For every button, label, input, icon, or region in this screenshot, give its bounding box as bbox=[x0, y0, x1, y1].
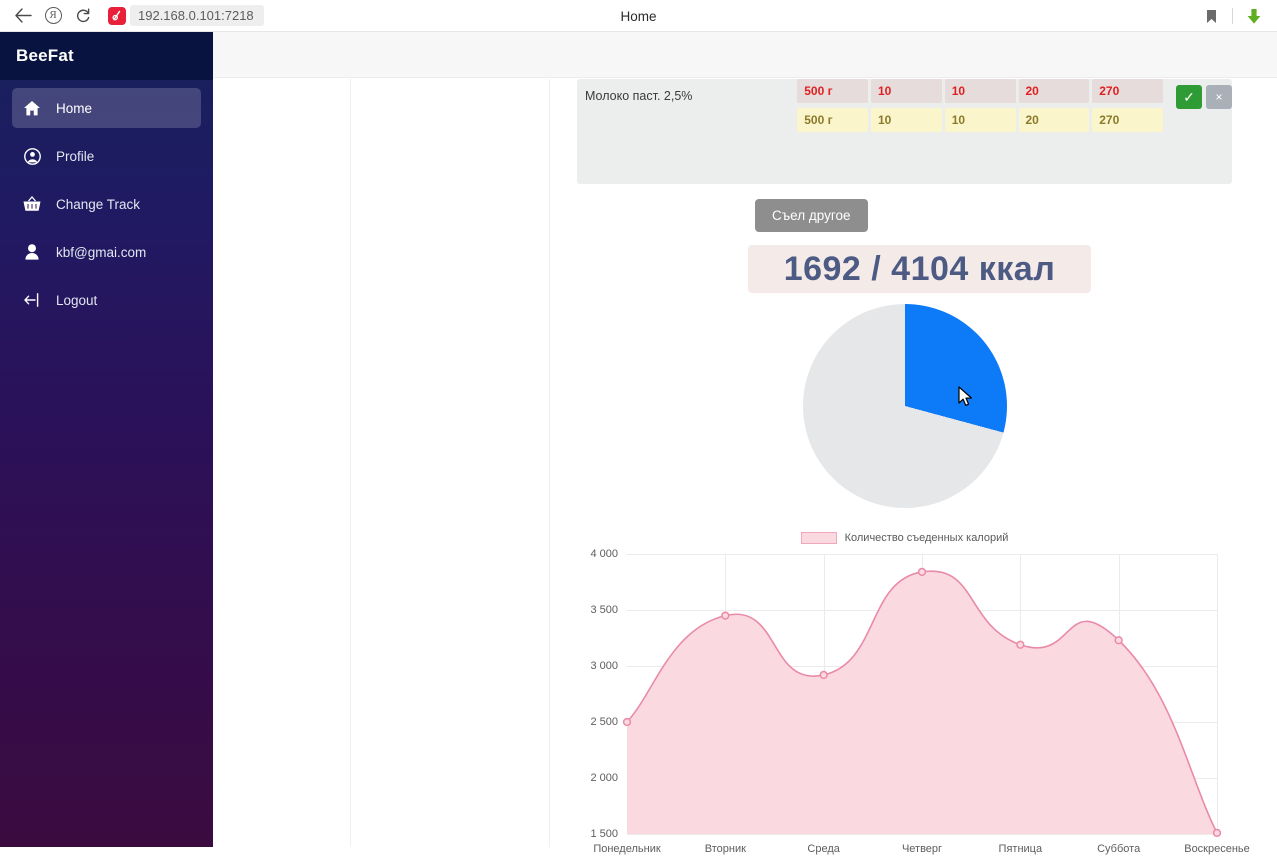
yandex-circle-glyph: Я bbox=[44, 7, 62, 24]
series-point[interactable] bbox=[721, 611, 730, 620]
actual-value[interactable]: 270 bbox=[1092, 108, 1163, 132]
favicon-glyph bbox=[112, 10, 121, 20]
sidebar-item-home[interactable]: Home bbox=[12, 88, 201, 128]
content-topbar bbox=[213, 32, 1277, 78]
back-arrow-glyph bbox=[14, 8, 32, 23]
actual-value[interactable]: 500 г bbox=[797, 108, 868, 132]
main-column: Молоко паст. 2,5% 500 г 500 г 10 10 10 1… bbox=[577, 79, 1250, 855]
sidebar-item-label: Change Track bbox=[56, 196, 141, 212]
reject-button[interactable]: × bbox=[1206, 85, 1232, 109]
actual-value[interactable]: 20 bbox=[1018, 108, 1090, 132]
logout-arrow-icon bbox=[22, 293, 42, 307]
download-icon[interactable] bbox=[1239, 1, 1269, 31]
person-icon bbox=[22, 244, 42, 260]
series-point[interactable] bbox=[1016, 640, 1025, 649]
y-axis-tick: 3 000 bbox=[590, 660, 618, 672]
sidebar-item-account-email[interactable]: kbf@gmai.com bbox=[12, 232, 201, 272]
sidebar: BeeFat Home Profile Change Track kbf@gma… bbox=[0, 32, 213, 847]
food-name: Молоко паст. 2,5% bbox=[585, 89, 693, 103]
y-axis-tick: 1 500 bbox=[590, 828, 618, 840]
brand-text: BeeFat bbox=[16, 46, 74, 65]
food-value-column: 500 г 500 г bbox=[797, 79, 868, 132]
bookmark-glyph bbox=[1206, 9, 1216, 23]
series-point[interactable] bbox=[1114, 636, 1123, 645]
series-point[interactable] bbox=[819, 670, 828, 680]
planned-value: 20 bbox=[1018, 79, 1090, 103]
series-point[interactable] bbox=[1212, 828, 1222, 838]
x-axis-tick: Среда bbox=[807, 843, 840, 855]
x-axis-tick: Пятница bbox=[998, 843, 1043, 855]
confirm-button[interactable]: ✓ bbox=[1176, 85, 1202, 109]
yandex-logo-icon[interactable]: Я bbox=[38, 1, 68, 31]
y-axis-tick: 2 500 bbox=[590, 716, 618, 728]
chart-plot-area: 1 500 2 000 2 500 3 000 3 500 4 000 Понедельни… bbox=[590, 548, 1249, 855]
eat-other-button[interactable]: Съел другое bbox=[755, 199, 868, 232]
food-value-column: 270 270 bbox=[1092, 79, 1163, 132]
x-axis-tick: Понедельник bbox=[593, 843, 661, 855]
planned-value: 10 bbox=[944, 79, 1016, 103]
x-axis-tick: Четверг bbox=[901, 843, 943, 855]
planned-value: 500 г bbox=[797, 79, 868, 103]
y-axis-tick: 4 000 bbox=[590, 548, 618, 560]
calories-banner: 1692 / 4104 ккал bbox=[748, 245, 1091, 293]
url-bar[interactable]: 192.168.0.101:7218 bbox=[130, 5, 264, 26]
reload-icon[interactable] bbox=[68, 1, 98, 31]
food-value-column: 10 10 bbox=[944, 79, 1016, 132]
x-axis-tick: Воскресенье bbox=[1184, 843, 1250, 855]
sidebar-item-label: Profile bbox=[56, 148, 95, 164]
table-row: Молоко паст. 2,5% 500 г 500 г 10 10 10 1… bbox=[577, 79, 1232, 145]
sidebar-item-profile[interactable]: Profile bbox=[12, 136, 201, 176]
chart-series-svg bbox=[622, 567, 1222, 838]
sidebar-item-change-track[interactable]: Change Track bbox=[12, 184, 201, 224]
user-circle-icon bbox=[22, 147, 42, 165]
actual-value[interactable]: 10 bbox=[944, 108, 1016, 132]
series-area-fill bbox=[627, 571, 1217, 834]
calories-text: 1692 / 4104 ккал bbox=[783, 249, 1056, 288]
legend-label: Количество съеденных калорий bbox=[844, 532, 1009, 544]
planned-value: 270 bbox=[1092, 79, 1163, 103]
x-axis-tick: Вторник bbox=[704, 843, 746, 855]
food-entry-card: Молоко паст. 2,5% 500 г 500 г 10 10 10 1… bbox=[577, 79, 1232, 184]
sidebar-item-label: Logout bbox=[56, 292, 98, 308]
sidebar-brand[interactable]: BeeFat bbox=[0, 32, 213, 80]
back-arrow-icon[interactable] bbox=[8, 1, 38, 31]
food-row-actions: ✓ × bbox=[1176, 85, 1232, 109]
legend-swatch bbox=[800, 532, 837, 544]
basket-icon bbox=[22, 196, 42, 212]
chrome-right-actions bbox=[1196, 0, 1269, 32]
series-point[interactable] bbox=[622, 717, 632, 727]
planned-value: 10 bbox=[871, 79, 942, 103]
gridline-horizontal bbox=[627, 834, 1217, 835]
reload-glyph bbox=[77, 7, 90, 22]
series-point[interactable] bbox=[917, 567, 927, 577]
sidebar-item-logout[interactable]: Logout bbox=[12, 280, 201, 320]
app-window: BeeFat Home Profile Change Track kbf@gma… bbox=[0, 32, 1277, 855]
calories-week-chart: Количество съеденных калорий 1 500 2 000 2… bbox=[577, 524, 1250, 864]
left-side-panel bbox=[350, 79, 550, 847]
chart-legend: Количество съеденных калорий bbox=[577, 532, 1232, 544]
url-text: 192.168.0.101:7218 bbox=[138, 8, 254, 23]
y-axis-tick: 2 000 bbox=[590, 772, 618, 784]
actual-value[interactable]: 10 bbox=[871, 108, 942, 132]
food-value-column: 10 10 bbox=[871, 79, 942, 132]
bookmark-icon[interactable] bbox=[1196, 1, 1226, 31]
food-value-column: 20 20 bbox=[1018, 79, 1090, 132]
y-axis-tick: 3 500 bbox=[590, 604, 618, 616]
browser-chrome: Я 192.168.0.101:7218 bbox=[0, 0, 1277, 32]
home-icon bbox=[22, 100, 42, 116]
chrome-divider bbox=[1232, 8, 1233, 24]
x-axis-tick: Суббота bbox=[1097, 843, 1141, 855]
sidebar-item-label: Home bbox=[56, 100, 93, 116]
download-glyph bbox=[1247, 8, 1261, 24]
sidebar-item-label: kbf@gmai.com bbox=[56, 244, 147, 260]
site-favicon-icon bbox=[108, 6, 126, 25]
calories-pie-chart[interactable] bbox=[802, 304, 1007, 508]
content-area: Молоко паст. 2,5% 500 г 500 г 10 10 10 1… bbox=[213, 32, 1277, 855]
pie-chart-container bbox=[577, 304, 1232, 514]
gridline-vertical bbox=[1217, 554, 1218, 834]
